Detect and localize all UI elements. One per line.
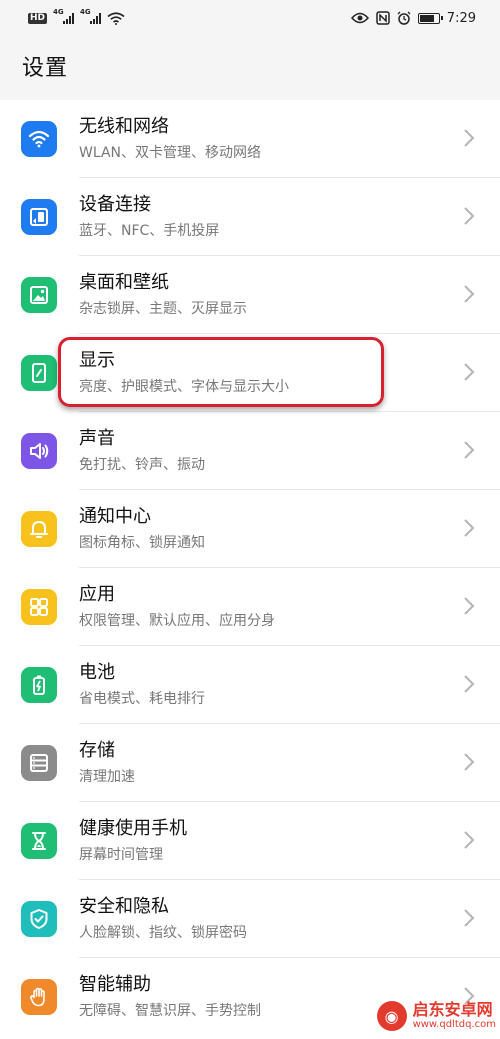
settings-item-label: 应用 [79, 584, 115, 605]
display-icon [21, 355, 57, 391]
settings-item-sound[interactable]: 声音 免打扰、铃声、振动 [0, 412, 500, 490]
hand-icon [21, 979, 57, 1015]
network-type-sim2: 4G [80, 8, 91, 16]
chevron-right-icon [464, 285, 475, 303]
wallpaper-icon [21, 277, 57, 313]
apps-grid-icon [21, 589, 57, 625]
settings-item-subtitle: 省电模式、耗电排行 [79, 691, 205, 707]
settings-item-subtitle: 蓝牙、NFC、手机投屏 [79, 223, 220, 239]
nfc-icon [376, 11, 390, 25]
settings-item-label: 声音 [79, 428, 115, 449]
settings-item-wireless-network[interactable]: 无线和网络 WLAN、双卡管理、移动网络 [0, 100, 500, 178]
watermark-text: 启东安卓网 www.qdltdq.com [413, 1001, 496, 1031]
speaker-icon [21, 433, 57, 469]
watermark: ◉ 启东安卓网 www.qdltdq.com [376, 1001, 496, 1031]
settings-item-subtitle: WLAN、双卡管理、移动网络 [79, 145, 262, 161]
chevron-right-icon [464, 597, 475, 615]
chevron-right-icon [464, 129, 475, 147]
watermark-logo-icon: ◉ [376, 1001, 407, 1031]
settings-item-security-privacy[interactable]: 安全和隐私 人脸解锁、指纹、锁屏密码 [0, 880, 500, 958]
chevron-right-icon [464, 831, 475, 849]
settings-item-subtitle: 清理加速 [79, 769, 135, 785]
device-connect-icon [21, 199, 57, 235]
wifi-status-icon [107, 11, 125, 25]
status-bar-right: 7:29 [350, 10, 476, 26]
settings-item-subtitle: 人脸解锁、指纹、锁屏密码 [79, 925, 247, 941]
chevron-right-icon [464, 909, 475, 927]
shield-icon [21, 901, 57, 937]
settings-list: 无线和网络 WLAN、双卡管理、移动网络 设备连接 蓝牙、NFC、手机投屏 桌面… [0, 100, 500, 1039]
eye-comfort-icon [350, 12, 369, 24]
signal-icon-sim2: 4G [80, 8, 102, 24]
bell-icon [21, 511, 57, 547]
settings-item-digital-balance[interactable]: 健康使用手机 屏幕时间管理 [0, 802, 500, 880]
chevron-right-icon [464, 753, 475, 771]
hd-badge: HD [28, 12, 48, 24]
settings-item-label: 通知中心 [79, 506, 151, 527]
alarm-icon [397, 11, 411, 25]
status-time: 7:29 [446, 10, 476, 26]
settings-item-desktop-wallpaper[interactable]: 桌面和壁纸 杂志锁屏、主题、灭屏显示 [0, 256, 500, 334]
watermark-name: 启东安卓网 [412, 1000, 493, 1019]
settings-item-label: 无线和网络 [79, 116, 169, 137]
settings-item-subtitle: 杂志锁屏、主题、灭屏显示 [79, 301, 247, 317]
battery-status-icon [417, 12, 443, 24]
annotation-highlight-box [58, 337, 384, 407]
status-bar-left: HD 4G 4G [28, 8, 125, 25]
settings-item-label: 健康使用手机 [79, 818, 187, 839]
settings-item-apps[interactable]: 应用 权限管理、默认应用、应用分身 [0, 568, 500, 646]
network-type-sim1: 4G [53, 8, 64, 16]
page-title: 设置 [22, 56, 69, 81]
settings-item-subtitle: 屏幕时间管理 [79, 847, 163, 863]
settings-item-label: 设备连接 [79, 194, 151, 215]
chevron-right-icon [464, 519, 475, 537]
storage-icon [21, 745, 57, 781]
settings-item-battery[interactable]: 电池 省电模式、耗电排行 [0, 646, 500, 724]
settings-item-label: 安全和隐私 [79, 896, 169, 917]
settings-item-label: 智能辅助 [79, 974, 151, 995]
chevron-right-icon [464, 207, 475, 225]
chevron-right-icon [464, 363, 475, 381]
signal-icon-sim1: 4G [53, 8, 75, 24]
chevron-right-icon [464, 441, 475, 459]
status-bar: HD 4G 4G 7:29 [0, 0, 500, 36]
settings-item-device-connection[interactable]: 设备连接 蓝牙、NFC、手机投屏 [0, 178, 500, 256]
battery-icon [21, 667, 57, 703]
watermark-url: www.qdltdq.com [412, 1019, 496, 1030]
settings-item-subtitle: 无障碍、智慧识屏、手势控制 [79, 1003, 261, 1019]
chevron-right-icon [464, 675, 475, 693]
settings-item-storage[interactable]: 存储 清理加速 [0, 724, 500, 802]
settings-item-label: 桌面和壁纸 [79, 272, 169, 293]
settings-item-subtitle: 免打扰、铃声、振动 [79, 457, 205, 473]
settings-item-subtitle: 权限管理、默认应用、应用分身 [79, 613, 275, 629]
settings-item-label: 存储 [79, 740, 115, 761]
settings-item-subtitle: 图标角标、锁屏通知 [79, 535, 205, 551]
settings-item-label: 电池 [79, 662, 115, 683]
wifi-icon [21, 121, 57, 157]
hourglass-icon [21, 823, 57, 859]
settings-item-notification-center[interactable]: 通知中心 图标角标、锁屏通知 [0, 490, 500, 568]
